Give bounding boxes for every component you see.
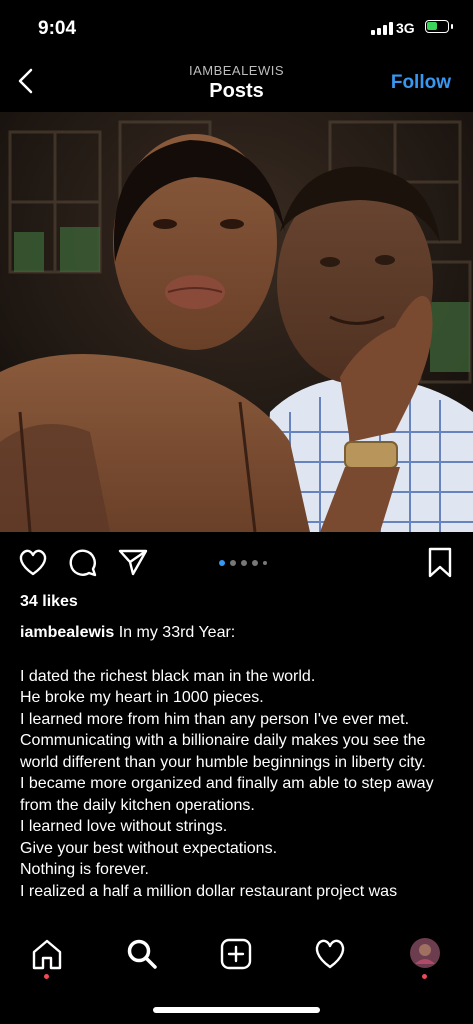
comment-icon: [69, 549, 97, 577]
caption-line: Nothing is forever.: [20, 861, 149, 878]
carousel-dot: [263, 561, 267, 565]
tab-home[interactable]: [29, 936, 65, 972]
caption-line: I dated the richest black man in the wor…: [20, 667, 316, 685]
tab-profile[interactable]: [409, 937, 441, 969]
profile-notification-dot: [422, 974, 427, 979]
caption-line: I became more organized and finally am a…: [20, 775, 434, 814]
search-icon: [127, 939, 157, 969]
activity-heart-icon: [315, 939, 345, 969]
tab-search[interactable]: [124, 936, 160, 972]
post-photo[interactable]: [0, 112, 473, 532]
status-time: 9:04: [38, 18, 77, 39]
share-button[interactable]: [118, 547, 148, 582]
post-action-bar: [0, 540, 473, 584]
follow-button[interactable]: Follow: [391, 72, 451, 94]
paper-plane-icon: [118, 549, 148, 576]
carousel-dot: [241, 560, 247, 566]
post-image: [0, 112, 473, 532]
post-caption: iambealewis In my 33rd Year: I dated the…: [20, 622, 460, 902]
heart-icon: [19, 549, 47, 576]
comment-button[interactable]: [68, 547, 98, 582]
home-notification-dot: [44, 974, 49, 979]
save-button[interactable]: [427, 547, 453, 584]
home-icon: [32, 939, 62, 970]
network-type: 3G: [396, 20, 415, 36]
battery-icon: [425, 20, 453, 33]
profile-avatar: [410, 938, 440, 968]
caption-username[interactable]: iambealewis: [20, 624, 114, 641]
caption-line: I learned love without strings.: [20, 818, 228, 835]
add-post-icon: [220, 938, 252, 970]
carousel-dot: [219, 560, 225, 566]
home-indicator: [153, 1007, 320, 1013]
caption-line: I learned more from him than any person …: [20, 710, 426, 771]
bookmark-icon: [428, 547, 452, 578]
post-header: IAMBEALEWIS Posts Follow: [0, 58, 473, 112]
caption-line: I realized a half a million dollar resta…: [20, 882, 398, 900]
carousel-dot: [230, 560, 236, 566]
tab-activity[interactable]: [312, 936, 348, 972]
likes-count[interactable]: 34 likes: [20, 593, 78, 611]
like-button[interactable]: [18, 548, 48, 581]
caption-text: In my 33rd Year:: [118, 624, 236, 641]
status-bar: 9:04 3G: [0, 0, 473, 58]
tab-new-post[interactable]: [218, 936, 254, 972]
signal-icon: [371, 22, 393, 35]
carousel-dot: [252, 560, 258, 566]
carousel-indicator: [219, 560, 267, 566]
caption-line: Give your best without expectations.: [20, 839, 278, 857]
caption-line: He broke my heart in 1000 pieces.: [20, 689, 264, 706]
bottom-tab-bar: [0, 922, 473, 1024]
